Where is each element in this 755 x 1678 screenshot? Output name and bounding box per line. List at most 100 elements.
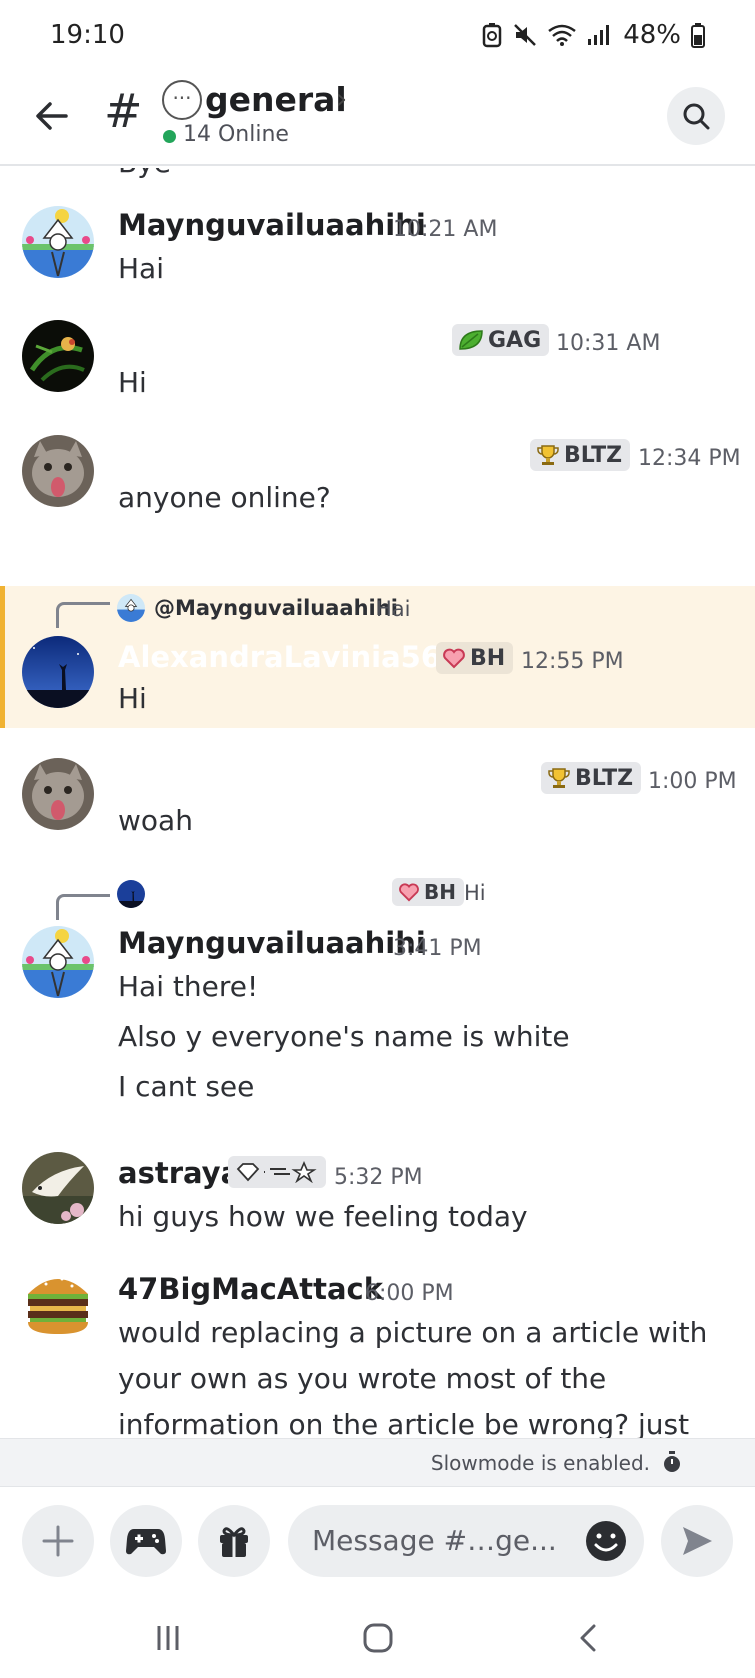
- message-content: Also y everyone's name is white: [118, 1020, 570, 1053]
- heart-icon: [399, 883, 419, 902]
- home-icon: [363, 1623, 393, 1653]
- user-tag-label: BH: [470, 645, 506, 671]
- reply-avatar[interactable]: [117, 594, 145, 622]
- gift-icon: [220, 1527, 248, 1557]
- avatar[interactable]: [22, 206, 94, 278]
- diamond-star-icon: [236, 1161, 317, 1183]
- trophy-icon: [548, 768, 570, 788]
- slowmode-text: Slowmode is enabled.: [430, 1451, 650, 1475]
- search-button[interactable]: [667, 87, 725, 145]
- user-tag[interactable]: BH: [436, 642, 514, 674]
- status-time: 19:10: [50, 20, 125, 50]
- reply-connector: [56, 602, 110, 628]
- send-icon: [683, 1527, 712, 1555]
- channel-name[interactable]: general: [205, 80, 347, 119]
- message-time: 6:00 PM: [365, 1281, 454, 1306]
- send-button[interactable]: [661, 1505, 733, 1577]
- status-icons: 48%: [481, 20, 705, 50]
- system-nav-bar: [0, 1596, 755, 1678]
- stopwatch-icon: [664, 1451, 680, 1472]
- battery-percent: 48%: [623, 20, 681, 50]
- user-tag-label: GAG: [488, 327, 542, 353]
- recents-icon: [157, 1626, 179, 1650]
- message-content: Bye: [118, 168, 171, 179]
- slowmode-bar: Slowmode is enabled.: [0, 1438, 755, 1486]
- chevron-right-icon[interactable]: ›: [336, 82, 347, 115]
- avatar[interactable]: [22, 926, 94, 998]
- battery-saver-icon: [482, 23, 502, 48]
- back-button[interactable]: [30, 94, 74, 138]
- message-content: hi guys how we feeling today: [118, 1200, 528, 1233]
- user-tag[interactable]: BLTZ: [530, 439, 631, 471]
- message-composer: Message #…ge...: [0, 1486, 755, 1596]
- message-time: 12:34 PM: [638, 446, 741, 471]
- reply-preview[interactable]: Hi: [464, 881, 486, 905]
- online-count: 14 Online: [183, 122, 289, 147]
- avatar[interactable]: [22, 320, 94, 392]
- user-tag-label: BH: [424, 880, 456, 904]
- message-time: 3:41 PM: [393, 936, 482, 961]
- message-content: Hai: [118, 252, 164, 285]
- user-tag-label: BLTZ: [575, 765, 634, 791]
- message-content: would replacing a picture on a article w…: [118, 1316, 708, 1349]
- message-content: Hi: [118, 366, 147, 399]
- message-time: 10:31 AM: [556, 331, 661, 356]
- message-content: I cant see: [118, 1070, 255, 1103]
- message-time: 10:21 AM: [393, 217, 498, 242]
- gift-button[interactable]: [198, 1505, 270, 1577]
- user-tag-label: BLTZ: [564, 442, 623, 468]
- reply-preview[interactable]: Hai: [376, 597, 411, 621]
- reply-author[interactable]: @Maynguvailuaahihi: [154, 596, 398, 620]
- message-author[interactable]: AlexandraLavinia5637: [118, 640, 481, 674]
- message-author[interactable]: 47BigMacAttack: [118, 1272, 383, 1306]
- speech-bubble-icon: ···: [162, 80, 202, 120]
- message-author[interactable]: Maynguvailuaahihi: [118, 926, 426, 960]
- user-tag[interactable]: [228, 1156, 326, 1188]
- message-content: Hai there!: [118, 970, 259, 1003]
- reply-connector: [56, 894, 110, 920]
- home-button[interactable]: [353, 1618, 403, 1658]
- signal-icon: [588, 25, 610, 45]
- message-content: woah: [118, 804, 193, 837]
- arrow-left-icon: [36, 102, 68, 130]
- chevron-left-icon: [580, 1624, 596, 1652]
- reply-avatar[interactable]: [117, 880, 145, 908]
- message-time: 5:32 PM: [334, 1165, 423, 1190]
- message-content: Hi: [118, 682, 147, 715]
- heart-icon: [443, 648, 465, 669]
- message-list[interactable]: Bye Maynguvailuaahihi 10:21 AM Hai GAG 1…: [0, 168, 755, 1438]
- message-input-placeholder: Message #…ge...: [312, 1524, 557, 1557]
- channel-hash-icon: #: [104, 84, 143, 138]
- system-back-button[interactable]: [563, 1618, 613, 1658]
- avatar[interactable]: [22, 1152, 94, 1224]
- message-content: information on the article be wrong? jus…: [118, 1408, 690, 1438]
- emoji-icon[interactable]: [584, 1519, 628, 1563]
- message-author[interactable]: Maynguvailuaahihi: [118, 208, 426, 242]
- wifi-icon: [548, 24, 576, 46]
- user-tag[interactable]: BLTZ: [541, 762, 642, 794]
- search-icon: [683, 103, 710, 130]
- recent-apps-button[interactable]: [143, 1618, 193, 1658]
- message-content: your own as you wrote most of the: [118, 1362, 607, 1395]
- activities-button[interactable]: [110, 1505, 182, 1577]
- online-status-dot: [163, 130, 176, 143]
- message-time: 1:00 PM: [648, 769, 737, 794]
- message-author[interactable]: astraya: [118, 1156, 240, 1190]
- user-tag[interactable]: GAG: [452, 324, 550, 356]
- message-input[interactable]: Message #…ge...: [288, 1505, 644, 1577]
- avatar[interactable]: [22, 758, 94, 830]
- trophy-icon: [537, 445, 559, 465]
- user-tag[interactable]: BH: [392, 878, 464, 906]
- plus-icon: [42, 1525, 74, 1557]
- message-time: 12:55 PM: [521, 649, 624, 674]
- gamepad-icon: [126, 1529, 166, 1555]
- channel-header: # ··· general › 14 Online: [0, 76, 755, 166]
- add-attachment-button[interactable]: [22, 1505, 94, 1577]
- battery-icon: [691, 23, 705, 48]
- avatar[interactable]: [22, 435, 94, 507]
- status-bar: 19:10 48%: [0, 0, 755, 76]
- mute-icon: [514, 24, 537, 46]
- avatar[interactable]: [22, 1268, 94, 1340]
- message-content: anyone online?: [118, 481, 331, 514]
- avatar[interactable]: [22, 636, 94, 708]
